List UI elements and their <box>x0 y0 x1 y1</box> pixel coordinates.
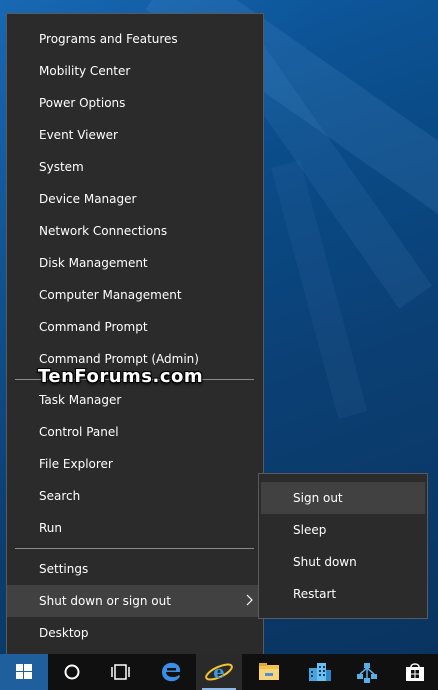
network-icon <box>357 663 377 683</box>
menu-item-search[interactable]: Search <box>7 480 263 512</box>
menu-item-programs-and-features[interactable]: Programs and Features <box>7 23 263 55</box>
internet-explorer-icon: e <box>205 662 233 683</box>
buildings-app-button[interactable] <box>296 654 342 690</box>
menu-separator <box>15 548 254 549</box>
menu-item-disk-management[interactable]: Disk Management <box>7 247 263 279</box>
store-button[interactable] <box>392 654 438 690</box>
menu-item-task-manager[interactable]: Task Manager <box>7 384 263 416</box>
menu-item-command-prompt[interactable]: Command Prompt <box>7 311 263 343</box>
chevron-right-icon <box>246 594 253 606</box>
menu-item-system[interactable]: System <box>7 151 263 183</box>
internet-explorer-button[interactable]: e <box>196 654 242 690</box>
store-icon <box>406 663 424 681</box>
submenu-item-restart[interactable]: Restart <box>261 578 425 610</box>
windows-start-icon <box>16 664 32 679</box>
menu-item-computer-management[interactable]: Computer Management <box>7 279 263 311</box>
menu-item-label: Shut down or sign out <box>39 594 171 608</box>
menu-item-shut-down-or-sign-out[interactable]: Shut down or sign out <box>7 585 263 617</box>
submenu-item-sign-out[interactable]: Sign out <box>261 482 425 514</box>
edge-button[interactable] <box>148 654 194 690</box>
file-explorer-icon <box>259 663 279 680</box>
cortana-button[interactable] <box>48 654 96 690</box>
task-view-button[interactable] <box>96 654 144 690</box>
menu-item-mobility-center[interactable]: Mobility Center <box>7 55 263 87</box>
menu-item-power-options[interactable]: Power Options <box>7 87 263 119</box>
winx-menu: Programs and Features Mobility Center Po… <box>6 13 264 656</box>
submenu-item-shut-down[interactable]: Shut down <box>261 546 425 578</box>
menu-item-event-viewer[interactable]: Event Viewer <box>7 119 263 151</box>
network-app-button[interactable] <box>344 654 390 690</box>
edge-icon <box>162 662 181 682</box>
task-view-icon <box>111 664 130 680</box>
buildings-icon <box>309 663 331 681</box>
menu-item-desktop[interactable]: Desktop <box>7 617 263 649</box>
file-explorer-button[interactable] <box>246 654 292 690</box>
menu-item-file-explorer[interactable]: File Explorer <box>7 448 263 480</box>
taskbar: e <box>0 654 438 690</box>
watermark: TenForums.com <box>38 366 204 387</box>
menu-item-settings[interactable]: Settings <box>7 553 263 585</box>
cortana-icon <box>64 664 80 680</box>
submenu-item-sleep[interactable]: Sleep <box>261 514 425 546</box>
start-button[interactable] <box>0 654 48 690</box>
menu-item-run[interactable]: Run <box>7 512 263 544</box>
menu-item-control-panel[interactable]: Control Panel <box>7 416 263 448</box>
menu-item-network-connections[interactable]: Network Connections <box>7 215 263 247</box>
svg-text:e: e <box>213 662 224 683</box>
shutdown-submenu: Sign out Sleep Shut down Restart <box>258 473 428 619</box>
menu-item-device-manager[interactable]: Device Manager <box>7 183 263 215</box>
